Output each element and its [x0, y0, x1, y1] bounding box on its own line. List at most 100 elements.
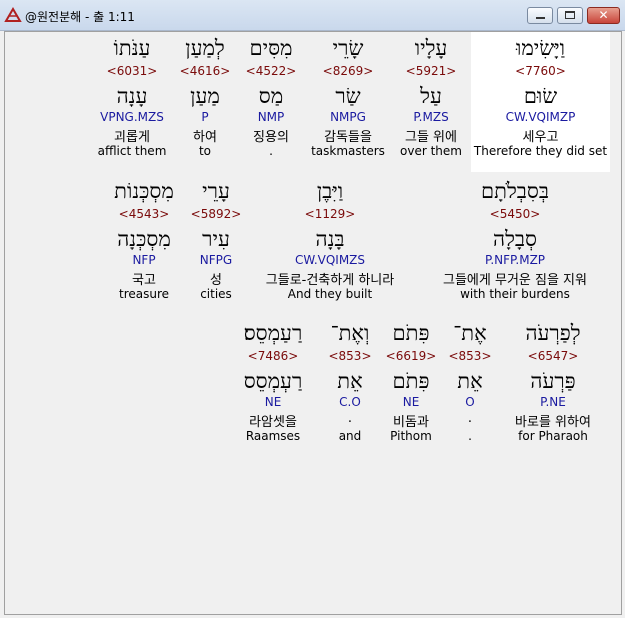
morphology-code: NMP: [257, 110, 285, 124]
strong-number[interactable]: <4522>: [241, 64, 301, 84]
app-window: @원전분해 - 출 1:11 ✕ וַיָּשִׂימוּ <7760> שׂו…: [0, 0, 625, 618]
close-button[interactable]: ✕: [587, 7, 620, 24]
word-1-1[interactable]: וַיִּבֶן <1129> בָּנָה CW.VQIMZS 그들로-건축하…: [246, 175, 414, 301]
english-gloss: afflict them: [97, 144, 167, 158]
strong-number[interactable]: <853>: [446, 349, 494, 369]
english-gloss: over them: [400, 144, 462, 158]
lexical-form: פִּתֹם: [392, 369, 430, 393]
minimize-button[interactable]: [527, 7, 553, 24]
word-0-2[interactable]: שָׂרֵי <8269> שַׂר NMPG 감독들을 taskmasters: [310, 32, 386, 158]
korean-gloss: 세우고: [522, 130, 559, 145]
close-icon: ✕: [598, 8, 609, 22]
hebrew-word: רַעַמְסֵס׃: [243, 321, 303, 345]
strong-number[interactable]: <6619>: [383, 349, 439, 369]
word-2-2[interactable]: פִּתֹם <6619> פִּתֹם NE 비돔과 Pithom: [383, 317, 439, 443]
strong-number[interactable]: <7760>: [471, 64, 610, 84]
morphology-code: VPNG.MZS: [100, 110, 164, 124]
word-0-4[interactable]: לְמַעַן <4616> מַעַן P 하여 to: [176, 32, 234, 158]
english-gloss: with their burdens: [460, 287, 570, 301]
word-1-3[interactable]: מִסְכְּנוֹת <4543> מִסְכְּנָה NFP 국고 tre…: [104, 175, 184, 301]
morphology-code: NE: [264, 395, 282, 409]
morphology-code: P.NFP.MZP: [484, 253, 546, 267]
english-gloss: Raamses: [245, 429, 301, 443]
hebrew-word: פִּתֹם: [392, 321, 430, 345]
korean-gloss: 비돔과: [393, 415, 429, 430]
strong-number[interactable]: <853>: [322, 349, 378, 369]
english-gloss: Pithom: [390, 429, 432, 443]
morphology-code: CW.VQIMZP: [505, 110, 576, 124]
lexical-form: מִסְכְּנָה: [117, 227, 171, 251]
morphology-code: NMPG: [330, 110, 366, 124]
strong-number[interactable]: <6031>: [94, 64, 170, 84]
korean-gloss: 라암셋을: [249, 415, 297, 430]
strong-number[interactable]: <6547>: [500, 349, 606, 369]
strong-number[interactable]: <7486>: [230, 349, 316, 369]
english-gloss: And they built: [287, 287, 373, 301]
word-2-4[interactable]: רַעַמְסֵס׃ <7486> רַעְמְסֵס NE 라암셋을 Raam…: [230, 317, 316, 443]
strong-number[interactable]: <5921>: [396, 64, 466, 84]
lexical-form: בָּנָה: [315, 227, 345, 251]
morphology-code: P: [201, 110, 209, 124]
word-2-1[interactable]: אֶת־ <853> אֵת O . .: [446, 317, 494, 443]
lexical-form: עָנָה: [116, 84, 148, 108]
hebrew-word: לְמַעַן: [185, 36, 225, 60]
lexical-form: שַׂר: [335, 84, 361, 108]
word-2-0[interactable]: לְפַרְעֹה <6547> פַּרְעֹה P.NE 바로를 위하여 f…: [500, 317, 606, 443]
lexical-form: עַל: [420, 84, 442, 108]
strong-number[interactable]: <8269>: [310, 64, 386, 84]
word-1-0[interactable]: בְּסִבְלֹתָם <5450> סְבָלָה P.NFP.MZP 그들…: [420, 175, 610, 301]
morphology-code: CW.VQIMZS: [294, 253, 366, 267]
english-gloss: to: [198, 144, 212, 158]
lexical-form: סְבָלָה: [493, 227, 537, 251]
english-gloss: for Pharaoh: [518, 429, 588, 443]
lexical-form: רַעְמְסֵס: [243, 369, 303, 393]
korean-gloss: 국고: [132, 273, 156, 288]
morphology-code: C.O: [339, 395, 361, 409]
lexical-form: אֵת: [337, 369, 363, 393]
word-0-1[interactable]: עָלָיו <5921> עַל P.MZS 그들 위에 over them: [396, 32, 466, 158]
morphology-code: NFP: [132, 253, 156, 267]
korean-gloss: 바로를 위하여: [515, 415, 591, 430]
morphology-code: P.NE: [540, 395, 566, 409]
hebrew-word: שָׂרֵי: [332, 36, 364, 60]
hebrew-word: לְפַרְעֹה: [525, 321, 581, 345]
word-0-3[interactable]: מִסִּים <4522> מַס NMP 징용의 .: [241, 32, 301, 158]
english-gloss: cities: [200, 287, 232, 301]
window-title: @원전분해 - 출 1:11: [25, 10, 135, 24]
word-1-2[interactable]: עָרֵי <5892> עִיר NFPG 성 cities: [190, 175, 242, 301]
hebrew-word: עַנֹּתוֹ: [113, 36, 151, 60]
english-gloss: .: [269, 144, 273, 158]
korean-gloss: 성: [210, 273, 222, 288]
hebrew-word: מִסִּים: [249, 36, 293, 60]
strong-number[interactable]: <5450>: [420, 207, 610, 227]
hebrew-word: וַיָּשִׂימוּ: [515, 36, 566, 60]
hebrew-word: עָרֵי: [202, 179, 230, 203]
korean-gloss: .: [347, 411, 353, 426]
lexical-form: פַּרְעֹה: [530, 369, 576, 393]
app-logo-icon: [4, 7, 22, 23]
strong-number[interactable]: <1129>: [246, 207, 414, 227]
lexical-form: מַס: [258, 84, 284, 108]
hebrew-word: וְאֶת־: [330, 321, 370, 345]
hebrew-word: בְּסִבְלֹתָם: [481, 179, 549, 203]
word-0-5[interactable]: עַנֹּתוֹ <6031> עָנָה VPNG.MZS 괴롭게 affli…: [94, 32, 170, 158]
english-gloss: Therefore they did set: [473, 144, 608, 158]
word-2-3[interactable]: וְאֶת־ <853> אֵת C.O . and: [322, 317, 378, 443]
lexical-form: מַעַן: [190, 84, 220, 108]
lexical-form: שׂוּם: [523, 84, 558, 108]
korean-gloss: 그들 위에: [405, 130, 457, 145]
lexical-form: עִיר: [202, 227, 230, 251]
english-gloss: .: [468, 429, 472, 443]
title-bar[interactable]: @원전분해 - 출 1:11 ✕: [0, 0, 625, 31]
maximize-button[interactable]: [557, 7, 583, 24]
strong-number[interactable]: <4616>: [176, 64, 234, 84]
korean-gloss: 하여: [193, 130, 217, 145]
english-gloss: taskmasters: [311, 144, 385, 158]
strong-number[interactable]: <4543>: [104, 207, 184, 227]
strong-number[interactable]: <5892>: [190, 207, 242, 227]
english-gloss: treasure: [118, 287, 170, 301]
hebrew-word: עָלָיו: [414, 36, 448, 60]
word-0-0[interactable]: וַיָּשִׂימוּ <7760> שׂוּם CW.VQIMZP 세우고 …: [471, 32, 610, 158]
morphology-code: NFPG: [199, 253, 233, 267]
korean-gloss: 그들로-건축하게 하니라: [265, 273, 395, 288]
